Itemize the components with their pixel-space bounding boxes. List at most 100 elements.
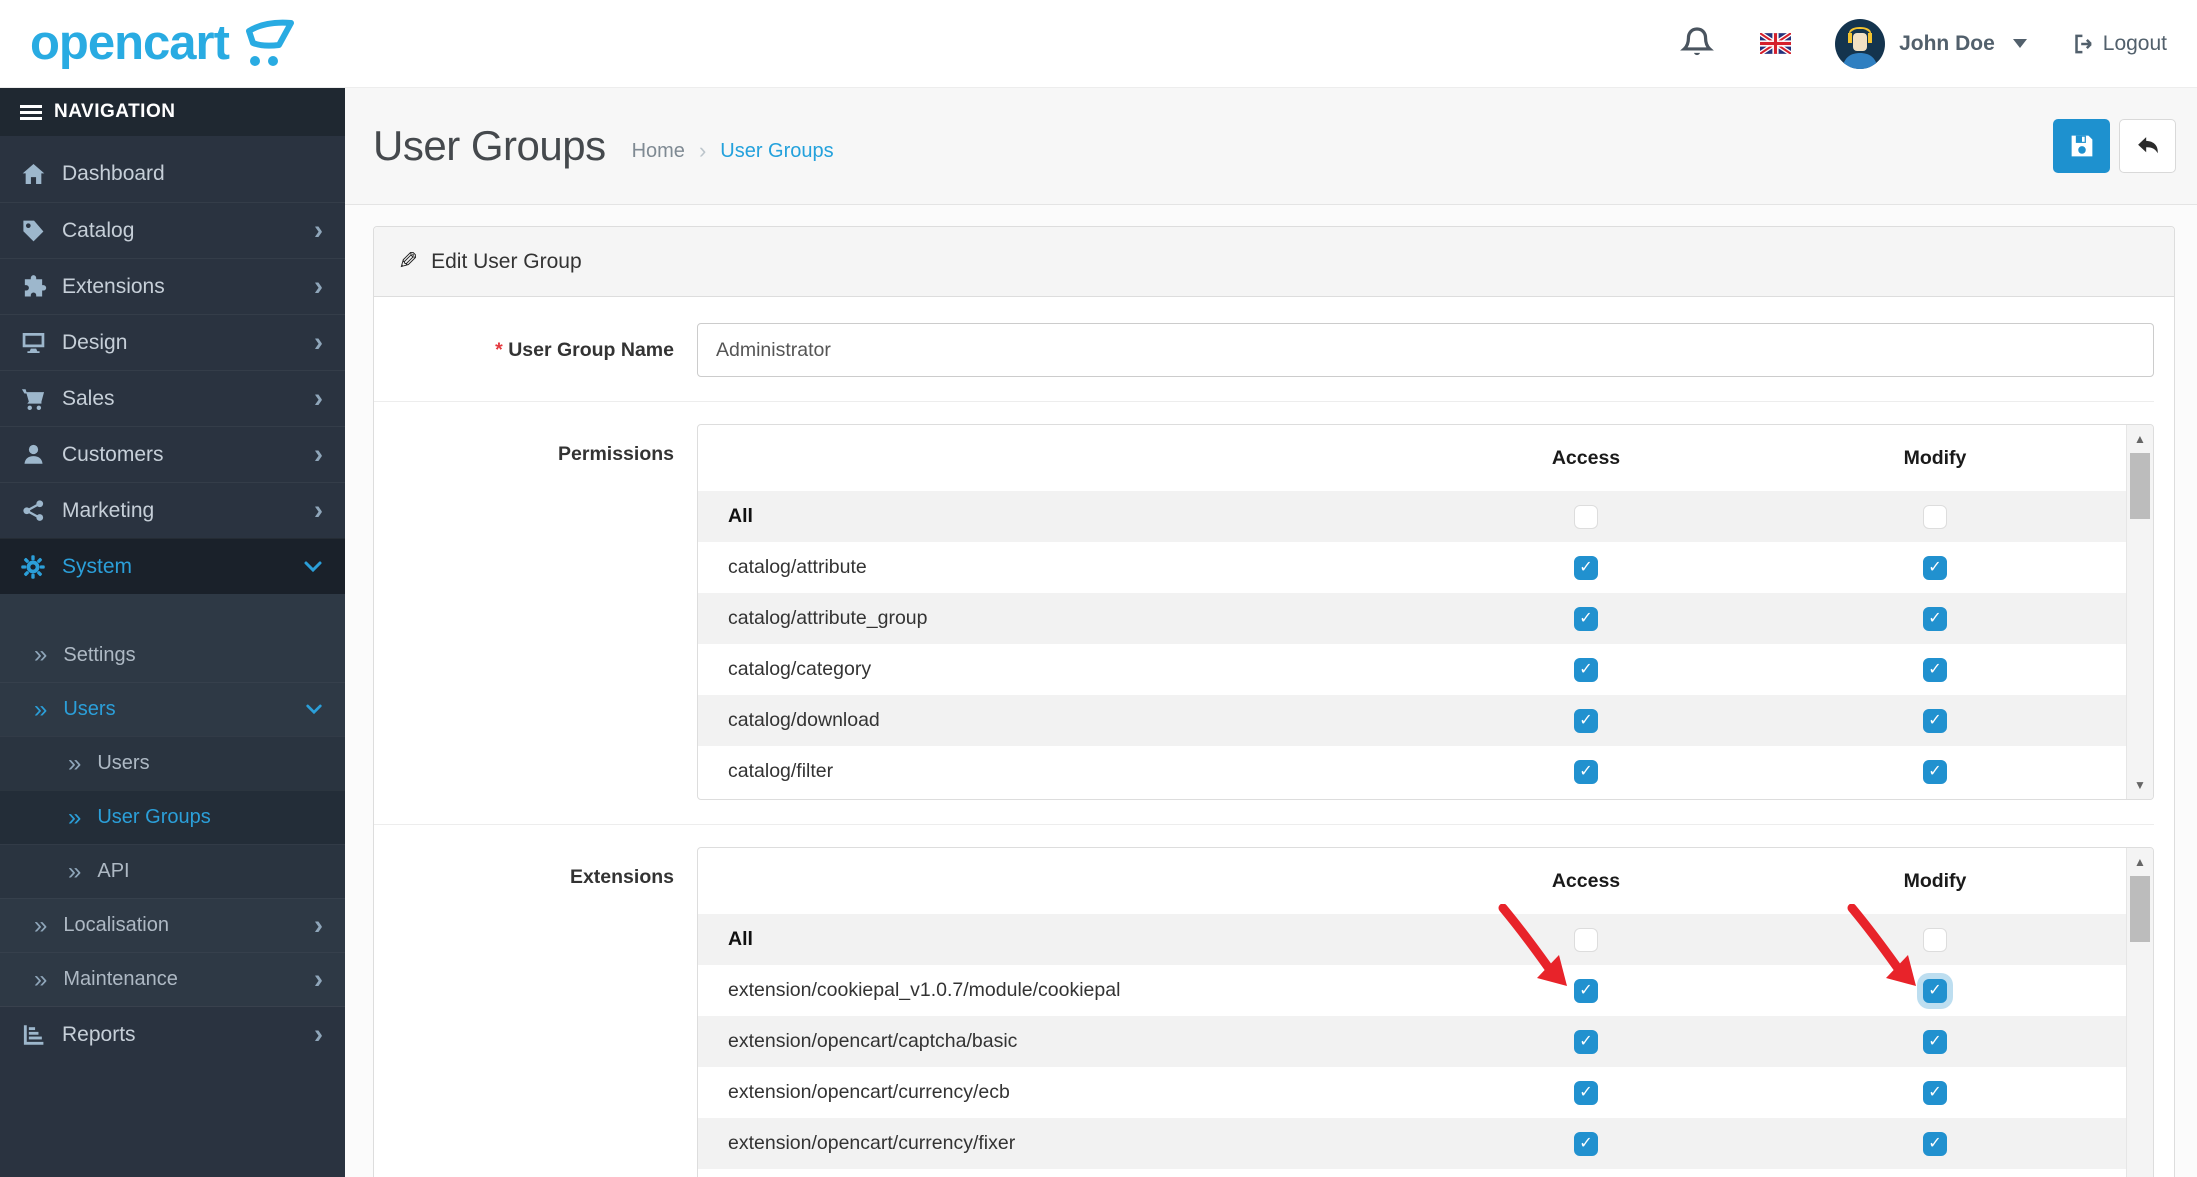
scrollbar[interactable]: ▲ ▼ [2126,848,2153,1177]
save-button[interactable] [2053,119,2110,173]
modify-checkbox[interactable] [1923,1029,1947,1054]
scrollbar-up-icon[interactable]: ▲ [2127,427,2153,451]
modify-checkbox[interactable] [1923,504,1947,529]
logo-cart-icon [245,19,294,66]
sidebar-item-settings[interactable]: » Settings [0,628,345,682]
permissions-row: Permissions Access Modify All catalog/at… [374,401,2154,824]
scrollbar-thumb[interactable] [2130,876,2150,942]
modify-checkbox[interactable] [1923,606,1947,631]
access-checkbox[interactable] [1574,1029,1598,1054]
double-chevron-icon: » [34,695,48,723]
sidebar-item-localisation[interactable]: » Localisation › [0,898,345,952]
breadcrumb-home-link[interactable]: Home [632,140,685,163]
sidebar-item-dashboard[interactable]: Dashboard [0,146,345,202]
table-header-row: Access Modify [698,848,2126,914]
chevron-right-icon: › [314,383,323,413]
sidebar-item-label: Extensions [62,274,165,298]
sidebar-item-api[interactable]: » API [0,844,345,898]
access-checkbox[interactable] [1574,657,1598,682]
sidebar-item-label: Marketing [62,498,155,522]
modify-checkbox[interactable] [1923,978,1947,1003]
navigation-header[interactable]: NAVIGATION [0,88,345,136]
sidebar: NAVIGATION Dashboard Catalog › Extension… [0,88,345,1177]
sidebar-item-users-parent[interactable]: » Users [0,682,345,736]
sidebar-item-label: Dashboard [62,162,165,185]
sidebar-item-label: API [97,860,130,882]
table-row: extension/cookiepal_v1.0.7/module/cookie… [698,965,2126,1016]
sidebar-item-system[interactable]: System [0,538,345,594]
modify-checkbox[interactable] [1923,657,1947,682]
sidebar-item-label: Users [97,752,150,774]
user-group-name-input[interactable] [697,323,2154,377]
access-checkbox[interactable] [1574,759,1598,784]
sidebar-item-reports[interactable]: Reports › [0,1006,345,1062]
home-icon [18,161,48,188]
sidebar-item-label: Localisation [63,914,169,936]
table-row: catalog/attribute_group [698,593,2126,644]
table-row: extension/opencart/currency/ecb [698,1067,2126,1118]
scrollbar-thumb[interactable] [2130,453,2150,519]
chevron-right-icon: › [314,910,323,940]
logout-button[interactable]: Logout [2071,32,2167,56]
chevron-down-icon [306,704,322,715]
access-checkbox[interactable] [1574,708,1598,733]
sidebar-item-label: Sales [62,386,115,410]
modify-column-header: Modify [1903,869,1967,892]
modify-checkbox[interactable] [1923,555,1947,580]
sidebar-item-label: Maintenance [63,968,178,990]
access-checkbox[interactable] [1574,1080,1598,1105]
route-name: catalog/category [728,658,872,680]
notifications-bell-icon[interactable] [1678,24,1716,64]
sidebar-item-label: Design [62,330,128,354]
logout-label: Logout [2102,31,2167,55]
extensions-rows: All extension/cookiepal_v1.0.7/module/coo… [698,914,2126,1169]
sidebar-item-label: Catalog [62,218,135,242]
access-checkbox[interactable] [1574,606,1598,631]
access-checkbox[interactable] [1574,978,1598,1003]
sidebar-item-label: Reports [62,1022,136,1046]
breadcrumb-separator-icon: › [698,138,707,163]
chevron-right-icon: › [314,495,323,525]
modify-checkbox[interactable] [1923,1131,1947,1156]
route-name: extension/opencart/currency/ecb [728,1081,1010,1103]
hamburger-icon [20,104,42,120]
sidebar-item-marketing[interactable]: Marketing › [0,482,345,538]
language-flag-icon[interactable] [1760,33,1792,54]
access-checkbox[interactable] [1574,1131,1598,1156]
save-floppy-icon [2071,135,2092,157]
top-header: opencart John Doe Logout [0,0,2197,88]
sidebar-item-maintenance[interactable]: » Maintenance › [0,952,345,1006]
back-button[interactable] [2119,119,2176,173]
access-checkbox[interactable] [1574,504,1598,529]
modify-checkbox[interactable] [1923,759,1947,784]
opencart-logo[interactable]: opencart [30,15,301,70]
sidebar-item-user-groups[interactable]: » User Groups [0,790,345,844]
modify-checkbox[interactable] [1923,1080,1947,1105]
route-name: extension/opencart/currency/fixer [728,1132,1016,1154]
user-menu[interactable]: John Doe [1835,18,2027,69]
scrollbar[interactable]: ▲ ▼ [2126,425,2153,799]
modify-checkbox[interactable] [1923,708,1947,733]
route-name: extension/opencart/captcha/basic [728,1030,1018,1052]
table-header-row: Access Modify [698,425,2126,491]
sidebar-item-sales[interactable]: Sales › [0,370,345,426]
panel-header: ✎ Edit User Group [374,227,2174,297]
access-checkbox[interactable] [1574,555,1598,580]
sidebar-item-catalog[interactable]: Catalog › [0,202,345,258]
sidebar-item-customers[interactable]: Customers › [0,426,345,482]
sidebar-item-users[interactable]: » Users [0,736,345,790]
table-row: catalog/download [698,695,2126,746]
navigation-label: NAVIGATION [54,101,176,122]
access-checkbox[interactable] [1574,927,1598,952]
user-group-name-row: User Group Name [374,323,2154,401]
breadcrumb-current-link[interactable]: User Groups [720,140,833,163]
scrollbar-down-icon[interactable]: ▼ [2127,773,2153,797]
table-row: All [698,491,2126,542]
modify-checkbox[interactable] [1923,927,1947,952]
logo-text: opencart [30,15,230,70]
scrollbar-up-icon[interactable]: ▲ [2127,850,2153,874]
sidebar-item-design[interactable]: Design › [0,314,345,370]
route-name: catalog/attribute_group [728,607,928,629]
chevron-right-icon: › [314,439,323,469]
sidebar-item-extensions[interactable]: Extensions › [0,258,345,314]
